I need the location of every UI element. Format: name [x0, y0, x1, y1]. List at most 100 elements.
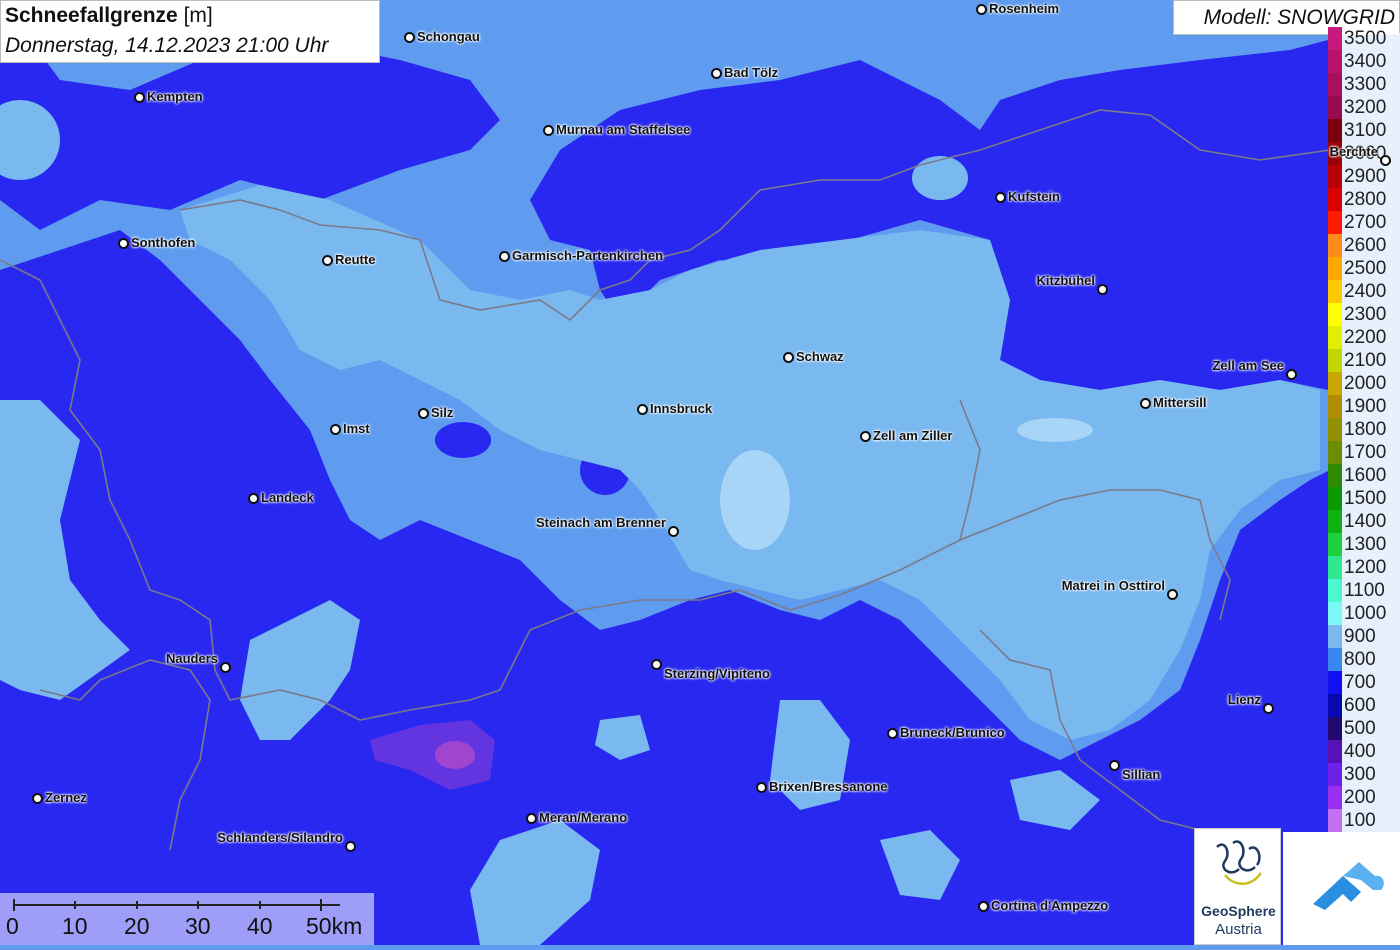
city-marker-icon[interactable] — [978, 901, 989, 912]
legend-swatch — [1328, 27, 1342, 50]
city-label[interactable]: Bruneck/Brunico — [900, 725, 1005, 740]
city-marker-icon[interactable] — [1380, 155, 1391, 166]
city-label[interactable]: Landeck — [261, 490, 314, 505]
snowfall-map[interactable] — [0, 0, 1400, 945]
city-marker-icon[interactable] — [651, 659, 662, 670]
city-label[interactable]: Matrei in Osttirol — [1062, 578, 1165, 593]
legend-swatch — [1328, 211, 1342, 234]
city-label[interactable]: Sterzing/Vipiteno — [664, 666, 770, 681]
city-marker-icon[interactable] — [1286, 369, 1297, 380]
city-label[interactable]: Imst — [343, 421, 370, 436]
city-marker-icon[interactable] — [345, 841, 356, 852]
city-marker-icon[interactable] — [220, 662, 231, 673]
legend-item: 3100 — [1328, 119, 1400, 142]
city-label[interactable]: Zernez — [45, 790, 87, 805]
legend-label: 1000 — [1344, 603, 1387, 624]
city-marker-icon[interactable] — [1140, 398, 1151, 409]
legend-label: 100 — [1344, 810, 1376, 831]
legend-label: 1200 — [1344, 557, 1387, 578]
city-marker-icon[interactable] — [711, 68, 722, 79]
legend-item: 2700 — [1328, 211, 1400, 234]
geosphere-logo[interactable]: GeoSphere Austria — [1194, 828, 1281, 945]
city-label[interactable]: Zell am See — [1212, 358, 1284, 373]
scale-label: 0 — [6, 913, 19, 939]
city-label[interactable]: Steinach am Brenner — [536, 515, 666, 530]
app-logo[interactable] — [1283, 832, 1400, 945]
city-marker-icon[interactable] — [756, 782, 767, 793]
city-marker-icon[interactable] — [860, 431, 871, 442]
city-marker-icon[interactable] — [1167, 589, 1178, 600]
legend-label: 2800 — [1344, 189, 1387, 210]
legend-label: 1900 — [1344, 396, 1387, 417]
city-marker-icon[interactable] — [543, 125, 554, 136]
city-label[interactable]: Meran/Merano — [539, 810, 627, 825]
city-label[interactable]: Innsbruck — [650, 401, 712, 416]
city-label[interactable]: Reutte — [335, 252, 375, 267]
city-label[interactable]: Schlanders/Silandro — [217, 830, 343, 845]
city-marker-icon[interactable] — [1097, 284, 1108, 295]
legend-item: 2900 — [1328, 165, 1400, 188]
city-marker-icon[interactable] — [322, 255, 333, 266]
city-label[interactable]: Schongau — [417, 29, 480, 44]
city-label[interactable]: Brixen/Bressanone — [769, 779, 888, 794]
city-marker-icon[interactable] — [404, 32, 415, 43]
legend-label: 1600 — [1344, 465, 1387, 486]
city-label[interactable]: Kufstein — [1008, 189, 1060, 204]
legend-item: 1700 — [1328, 441, 1400, 464]
geosphere-logo-line2: Austria — [1215, 921, 1262, 938]
city-marker-icon[interactable] — [995, 192, 1006, 203]
city-marker-icon[interactable] — [976, 4, 987, 15]
legend-item: 1400 — [1328, 510, 1400, 533]
city-marker-icon[interactable] — [668, 526, 679, 537]
scale-label: 20 — [124, 913, 150, 939]
legend-item: 2600 — [1328, 234, 1400, 257]
legend-item: 1800 — [1328, 418, 1400, 441]
city-marker-icon[interactable] — [330, 424, 341, 435]
legend-label: 300 — [1344, 764, 1376, 785]
city-label[interactable]: Garmisch-Partenkirchen — [512, 248, 663, 263]
legend-item: 600 — [1328, 694, 1400, 717]
city-label[interactable]: Silz — [431, 405, 453, 420]
city-marker-icon[interactable] — [499, 251, 510, 262]
city-label[interactable]: Kitzbühel — [1037, 273, 1096, 288]
legend-label: 1500 — [1344, 488, 1387, 509]
city-label[interactable]: Lienz — [1228, 692, 1261, 707]
legend-swatch — [1328, 349, 1342, 372]
city-marker-icon[interactable] — [1263, 703, 1274, 714]
city-label[interactable]: Rosenheim — [989, 1, 1059, 16]
legend-label: 1700 — [1344, 442, 1387, 463]
city-marker-icon[interactable] — [1109, 760, 1120, 771]
city-label[interactable]: Mittersill — [1153, 395, 1206, 410]
legend-swatch — [1328, 510, 1342, 533]
legend-item: 300 — [1328, 763, 1400, 786]
city-marker-icon[interactable] — [118, 238, 129, 249]
city-marker-icon[interactable] — [526, 813, 537, 824]
city-label[interactable]: Sillian — [1122, 767, 1160, 782]
legend-swatch — [1328, 717, 1342, 740]
city-label[interactable]: Kempten — [147, 89, 203, 104]
legend-label: 3100 — [1344, 120, 1387, 141]
city-marker-icon[interactable] — [418, 408, 429, 419]
legend-item: 800 — [1328, 648, 1400, 671]
city-marker-icon[interactable] — [887, 728, 898, 739]
legend-swatch — [1328, 280, 1342, 303]
city-marker-icon[interactable] — [32, 793, 43, 804]
legend-item: 1600 — [1328, 464, 1400, 487]
city-marker-icon[interactable] — [134, 92, 145, 103]
city-marker-icon[interactable] — [248, 493, 259, 504]
city-label[interactable]: Cortina d'Ampezzo — [991, 898, 1108, 913]
legend-swatch — [1328, 188, 1342, 211]
title-unit: [m] — [183, 4, 213, 27]
legend-swatch — [1328, 579, 1342, 602]
city-label[interactable]: Berchte — [1330, 144, 1378, 159]
city-label[interactable]: Murnau am Staffelsee — [556, 122, 690, 137]
legend-item: 2800 — [1328, 188, 1400, 211]
city-label[interactable]: Zell am Ziller — [873, 428, 952, 443]
city-marker-icon[interactable] — [637, 404, 648, 415]
city-label[interactable]: Nauders — [166, 651, 218, 666]
city-label[interactable]: Sonthofen — [131, 235, 195, 250]
city-marker-icon[interactable] — [783, 352, 794, 363]
city-label[interactable]: Schwaz — [796, 349, 844, 364]
legend-label: 400 — [1344, 741, 1376, 762]
city-label[interactable]: Bad Tölz — [724, 65, 778, 80]
